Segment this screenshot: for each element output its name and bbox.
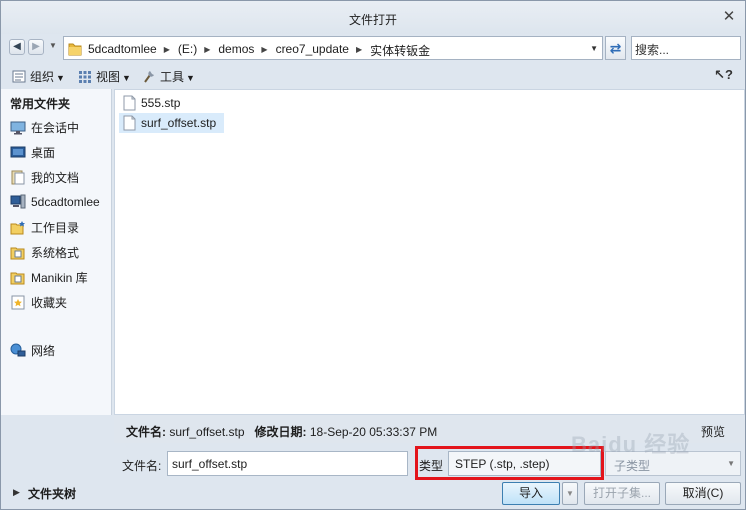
chevron-right-icon[interactable]: ▶ <box>204 45 210 54</box>
chevron-down-icon: ▼ <box>186 73 195 83</box>
sidebar-item-my-documents[interactable]: 我的文档 <box>10 169 79 187</box>
view-grid-icon <box>79 71 91 83</box>
breadcrumb-item[interactable]: demos <box>218 42 254 56</box>
session-monitor-icon <box>10 121 26 135</box>
address-dropdown-icon[interactable]: ▼ <box>590 44 598 53</box>
sidebar-item-label: 工作目录 <box>31 221 80 235</box>
tools-label: 工具 <box>160 70 185 84</box>
system-format-icon <box>10 247 25 260</box>
documents-icon <box>11 170 25 185</box>
breadcrumb-item[interactable]: (E:) <box>178 42 197 56</box>
working-dir-icon <box>10 221 25 235</box>
sidebar-item-label: 收藏夹 <box>31 296 68 310</box>
network-icon <box>10 343 26 357</box>
file-name: 555.stp <box>141 96 181 110</box>
folder-tree-toggle[interactable]: ▶ 文件夹树 <box>1 477 112 507</box>
sidebar-item-label: 我的文档 <box>31 171 80 185</box>
tools-menu[interactable]: 工具 ▼ <box>142 68 195 84</box>
file-icon <box>123 115 136 131</box>
filename-label: 文件名: <box>122 459 162 473</box>
file-item[interactable]: 555.stp <box>119 93 188 113</box>
computer-icon <box>10 194 26 209</box>
title-bar: 文件打开 ✕ <box>1 1 745 34</box>
details-date-label: 修改日期: <box>254 425 307 439</box>
file-list[interactable]: 555.stp surf_offset.stp <box>114 89 745 415</box>
chevron-right-icon: ▶ <box>13 487 20 497</box>
sidebar-header: 常用文件夹 <box>10 97 71 111</box>
sidebar-item-system-format[interactable]: 系统格式 <box>10 244 79 262</box>
address-bar[interactable]: 5dcadtomlee ▶ (E:) ▶ demos ▶ creo7_update ▶ 实体转钣… <box>63 36 603 60</box>
favorites-icon <box>11 295 25 310</box>
sidebar-item-network[interactable]: 网络 <box>10 342 55 360</box>
sidebar-item-label: Manikin 库 <box>31 271 88 285</box>
chevron-down-icon: ▼ <box>122 73 131 83</box>
details-name-value: surf_offset.stp <box>169 425 245 439</box>
view-menu[interactable]: 视图 ▼ <box>78 68 131 84</box>
search-input[interactable]: 搜索... <box>631 36 741 60</box>
refresh-icon: ⇄ <box>609 40 622 56</box>
dialog-title: 文件打开 <box>348 13 397 27</box>
sidebar-item-label: 网络 <box>31 344 56 358</box>
preview-toggle[interactable]: 预览 <box>701 423 725 440</box>
navigation-bar: ◀ ▶ ▼ 5dcadtomlee ▶ (E:) ▶ demos ▶ creo7_updat… <box>1 34 745 62</box>
folder-icon <box>68 43 82 56</box>
refresh-button[interactable]: ⇄ <box>605 36 626 60</box>
file-name: surf_offset.stp <box>141 116 217 130</box>
chevron-down-icon: ▼ <box>727 459 735 468</box>
sidebar: 常用文件夹 在会话中 桌面 我的文档 5dcadtomlee 工作目录 系统格式… <box>1 89 112 415</box>
folder-tree-label: 文件夹树 <box>28 487 77 501</box>
file-item-selected[interactable]: surf_offset.stp <box>119 113 225 133</box>
chevron-right-icon[interactable]: ▶ <box>164 45 170 54</box>
chevron-down-icon: ▼ <box>56 73 65 83</box>
sidebar-item-working-directory[interactable]: 工作目录 <box>10 219 79 237</box>
breadcrumb-item[interactable]: 5dcadtomlee <box>88 42 157 56</box>
sidebar-item-manikin-library[interactable]: Manikin 库 <box>10 269 88 287</box>
filename-input[interactable]: surf_offset.stp <box>167 451 408 476</box>
organize-label: 组织 <box>30 70 55 84</box>
import-options-dropdown[interactable]: ▼ <box>562 482 578 505</box>
cancel-button[interactable]: 取消(C) <box>665 482 741 505</box>
subtype-value: 子类型 <box>614 459 651 473</box>
open-subset-button[interactable]: 打开子集... <box>584 482 660 505</box>
details-name-label: 文件名: <box>126 425 166 439</box>
tools-icon <box>144 71 154 83</box>
sidebar-item-label: 系统格式 <box>31 246 80 260</box>
manikin-library-icon <box>10 272 25 285</box>
organize-icon <box>12 70 26 83</box>
recent-locations-dropdown[interactable]: ▼ <box>49 41 57 50</box>
file-open-dialog: 文件打开 ✕ ◀ ▶ ▼ 5dcadtomlee ▶ (E:) ▶ demos ▶ creo… <box>0 0 746 510</box>
sidebar-item-label: 桌面 <box>31 146 56 160</box>
breadcrumb-item[interactable]: 实体转钣金 <box>370 42 430 59</box>
sidebar-item-label: 5dcadtomlee <box>31 195 100 209</box>
details-date-value: 18-Sep-20 05:33:37 PM <box>309 425 438 439</box>
desktop-icon <box>10 146 26 158</box>
sidebar-item-desktop[interactable]: 桌面 <box>10 144 55 162</box>
context-help-icon[interactable]: ↖? <box>714 67 733 83</box>
sidebar-item-favorites[interactable]: 收藏夹 <box>10 294 67 312</box>
file-details: 文件名: surf_offset.stp 修改日期: 18-Sep-20 05:… <box>126 423 437 440</box>
import-button[interactable]: 导入 <box>502 482 560 505</box>
toolbar: 组织 ▼ 视图 ▼ 工具 ▼ ↖? <box>1 62 745 89</box>
close-icon[interactable]: ✕ <box>721 9 737 25</box>
chevron-right-icon[interactable]: ▶ <box>261 45 267 54</box>
view-label: 视图 <box>96 70 121 84</box>
sidebar-item-in-session[interactable]: 在会话中 <box>10 119 79 137</box>
breadcrumb: 5dcadtomlee ▶ (E:) ▶ demos ▶ creo7_update ▶ 实体转钣… <box>88 42 430 59</box>
watermark: Baidu 经验 <box>571 432 691 457</box>
file-icon <box>123 95 136 111</box>
organize-menu[interactable]: 组织 ▼ <box>12 68 65 84</box>
sidebar-item-computer[interactable]: 5dcadtomlee <box>10 194 100 212</box>
back-button[interactable]: ◀ <box>9 39 25 55</box>
breadcrumb-item[interactable]: creo7_update <box>276 42 349 56</box>
forward-button[interactable]: ▶ <box>28 39 44 55</box>
chevron-right-icon[interactable]: ▶ <box>356 45 362 54</box>
sidebar-item-label: 在会话中 <box>31 121 80 135</box>
